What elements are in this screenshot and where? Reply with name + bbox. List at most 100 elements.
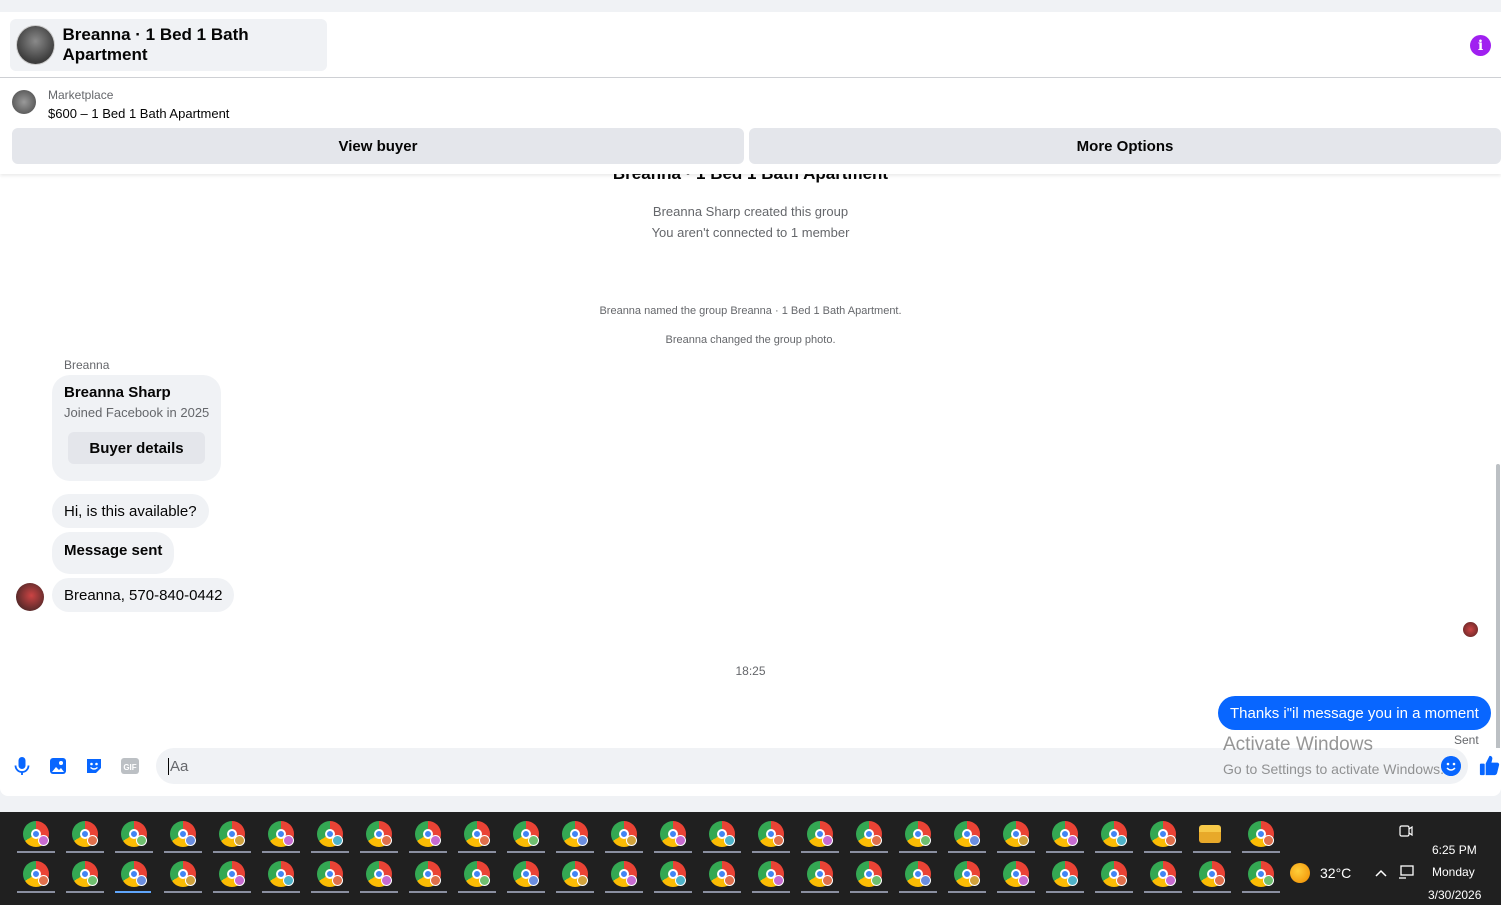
chrome-icon[interactable] <box>1199 861 1225 887</box>
chrome-icon[interactable] <box>415 861 441 887</box>
chrome-icon[interactable] <box>611 821 637 847</box>
not-connected-notice: You aren't connected to 1 member <box>651 225 850 240</box>
chrome-icon[interactable] <box>758 861 784 887</box>
taskbar-running-indicator <box>556 851 594 853</box>
chrome-icon[interactable] <box>807 821 833 847</box>
avatar[interactable] <box>16 583 44 611</box>
sticker-icon[interactable] <box>84 756 104 776</box>
profile-badge <box>381 835 392 846</box>
message-bubble[interactable]: Hi, is this available? <box>52 494 209 528</box>
chrome-icon[interactable] <box>1101 821 1127 847</box>
chrome-icon[interactable] <box>1150 861 1176 887</box>
chat-title-button[interactable]: Breanna · 1 Bed 1 Bath Apartment <box>10 19 327 71</box>
chrome-icon[interactable] <box>415 821 441 847</box>
chrome-icon[interactable] <box>170 821 196 847</box>
message-bubble[interactable]: Message sent <box>52 532 175 574</box>
chrome-icon[interactable] <box>1248 821 1274 847</box>
taskbar-running-indicator <box>654 891 692 893</box>
chrome-icon[interactable] <box>1003 821 1029 847</box>
taskbar-running-indicator <box>409 891 447 893</box>
clock-time[interactable]: 6:25 PM <box>1432 843 1477 857</box>
photo-icon[interactable] <box>48 756 68 776</box>
chrome-icon[interactable] <box>660 861 686 887</box>
chrome-icon[interactable] <box>366 821 392 847</box>
emoji-icon[interactable] <box>1441 756 1461 776</box>
like-icon[interactable] <box>1478 754 1501 777</box>
profile-badge <box>773 835 784 846</box>
chrome-icon[interactable] <box>219 861 245 887</box>
profile-badge <box>675 875 686 886</box>
chrome-icon[interactable] <box>905 821 931 847</box>
chrome-icon[interactable] <box>23 861 49 887</box>
chrome-icon[interactable] <box>807 861 833 887</box>
info-icon[interactable]: i <box>1470 35 1491 56</box>
chrome-icon[interactable] <box>1003 861 1029 887</box>
listing-title[interactable]: $600 – 1 Bed 1 Bath Apartment <box>48 106 229 121</box>
taskbar-running-indicator <box>311 851 349 853</box>
profile-badge <box>773 875 784 886</box>
profile-badge <box>871 875 882 886</box>
chrome-icon[interactable] <box>954 861 980 887</box>
weather-icon[interactable] <box>1290 863 1310 883</box>
chrome-icon[interactable] <box>856 861 882 887</box>
chrome-icon[interactable] <box>170 861 196 887</box>
gif-icon[interactable]: GIF <box>120 756 140 776</box>
chrome-icon[interactable] <box>1248 861 1274 887</box>
chrome-icon[interactable] <box>513 861 539 887</box>
activate-windows-subtitle: Go to Settings to activate Windows. <box>1223 761 1444 777</box>
buyer-details-button[interactable]: Buyer details <box>68 432 205 464</box>
chrome-icon[interactable] <box>709 821 735 847</box>
chrome-icon[interactable] <box>758 821 784 847</box>
profile-badge <box>1018 835 1029 846</box>
file-explorer-icon[interactable] <box>1199 825 1221 843</box>
chrome-icon[interactable] <box>219 821 245 847</box>
taskbar-running-indicator <box>752 851 790 853</box>
profile-badge <box>234 875 245 886</box>
chrome-icon[interactable] <box>1101 861 1127 887</box>
chrome-icon[interactable] <box>72 821 98 847</box>
chrome-icon[interactable] <box>562 821 588 847</box>
chrome-icon[interactable] <box>611 861 637 887</box>
chevron-up-icon[interactable] <box>1374 867 1388 879</box>
chrome-icon[interactable] <box>709 861 735 887</box>
chrome-icon[interactable] <box>317 821 343 847</box>
chrome-icon[interactable] <box>23 821 49 847</box>
chrome-icon[interactable] <box>660 821 686 847</box>
more-options-button[interactable]: More Options <box>749 128 1501 164</box>
microphone-icon[interactable] <box>12 756 32 776</box>
taskbar-running-indicator <box>360 891 398 893</box>
chrome-icon[interactable] <box>513 821 539 847</box>
chrome-icon[interactable] <box>1052 821 1078 847</box>
chrome-icon[interactable] <box>72 861 98 887</box>
chrome-icon[interactable] <box>1150 821 1176 847</box>
chrome-icon[interactable] <box>464 821 490 847</box>
chrome-icon[interactable] <box>317 861 343 887</box>
chrome-icon[interactable] <box>905 861 931 887</box>
scrollbar[interactable] <box>1496 464 1500 748</box>
taskbar-running-indicator <box>654 851 692 853</box>
clock-day[interactable]: Monday <box>1432 865 1475 879</box>
chrome-icon[interactable] <box>562 861 588 887</box>
chrome-icon[interactable] <box>268 861 294 887</box>
buyer-name: Breanna Sharp <box>64 384 171 401</box>
weather-temp[interactable]: 32°C <box>1320 865 1351 881</box>
chrome-icon[interactable] <box>121 821 147 847</box>
profile-badge <box>1067 835 1078 846</box>
chrome-icon[interactable] <box>121 861 147 887</box>
profile-badge <box>1067 875 1078 886</box>
meet-now-icon[interactable] <box>1399 824 1413 838</box>
taskbar-running-indicator <box>899 851 937 853</box>
chrome-icon[interactable] <box>366 861 392 887</box>
outgoing-message-bubble[interactable]: Thanks i"il message you in a moment <box>1218 696 1491 730</box>
chrome-icon[interactable] <box>268 821 294 847</box>
chrome-icon[interactable] <box>856 821 882 847</box>
chrome-icon[interactable] <box>1052 861 1078 887</box>
chat-header: Breanna · 1 Bed 1 Bath Apartment i <box>0 12 1501 78</box>
network-icon[interactable] <box>1398 865 1414 880</box>
profile-badge <box>332 835 343 846</box>
chrome-icon[interactable] <box>954 821 980 847</box>
view-buyer-button[interactable]: View buyer <box>12 128 744 164</box>
message-bubble[interactable]: Breanna, 570-840-0442 <box>52 578 235 612</box>
clock-date[interactable]: 3/30/2026 <box>1428 888 1481 902</box>
chrome-icon[interactable] <box>464 861 490 887</box>
